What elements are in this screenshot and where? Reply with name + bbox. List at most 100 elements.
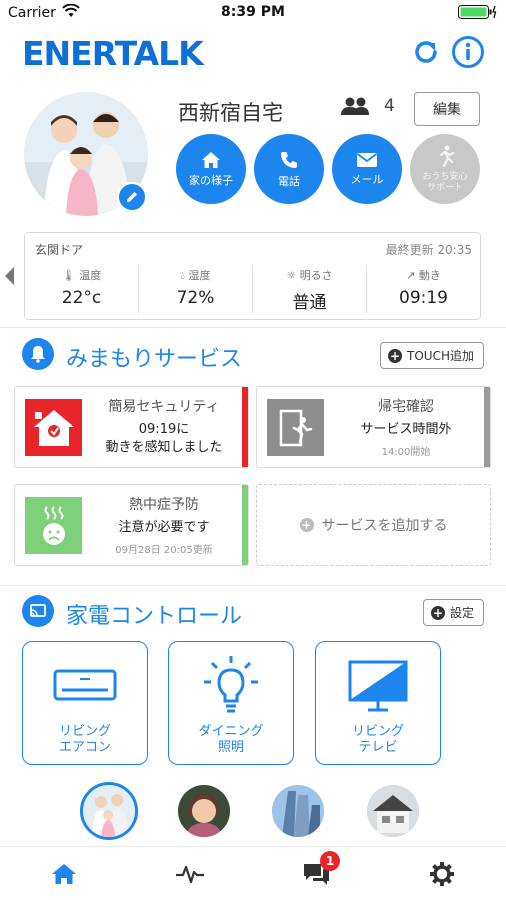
status-bar: Carrier 8:39 PM: [0, 0, 506, 26]
metric-value: 普通: [292, 293, 327, 313]
edit-button[interactable]: 編集: [414, 92, 480, 126]
edit-photo-button[interactable]: [117, 182, 147, 212]
metric-label: 温度: [79, 269, 102, 282]
appliance-living-tv[interactable]: リビング テレビ: [315, 641, 441, 765]
sensor-card[interactable]: 玄関ドア 最終更新 20:35 🌡︎ 温度 22°c 💧︎ 湿度 72% ☼ 明…: [24, 232, 481, 320]
member-count[interactable]: 4: [340, 96, 395, 116]
tab-home[interactable]: [44, 857, 84, 891]
tab-activity[interactable]: [170, 857, 210, 891]
cast-icon: [22, 595, 54, 627]
metric-motion: ↗ 動き 09:19: [366, 265, 480, 313]
app-header: ENERTALK: [0, 28, 506, 76]
appliance-control-header: 家電コントロール + 設定: [22, 594, 484, 630]
thermometer-icon: 🌡︎: [61, 269, 76, 282]
bell-icon: [22, 338, 54, 370]
refresh-button[interactable]: [408, 34, 444, 70]
mail-button[interactable]: メール: [332, 134, 402, 204]
clock: 8:39 PM: [221, 4, 285, 20]
battery-icon: [458, 5, 498, 23]
house-icon: [202, 151, 220, 168]
service-note: 14:00開始: [381, 446, 431, 458]
plus-icon: +: [299, 518, 314, 532]
sensor-last-updated: 最終更新 20:35: [385, 243, 472, 257]
info-button[interactable]: [450, 34, 486, 70]
add-service-button[interactable]: + サービスを追加する: [256, 484, 491, 566]
metric-temperature: 🌡︎ 温度 22°c: [25, 265, 138, 313]
service-card-heatstroke[interactable]: 熱中症予防 注意が必要です 09月28日 20:05更新: [14, 484, 249, 566]
metric-label: 湿度: [188, 269, 211, 282]
watch-service-header: みまもりサービス + TOUCH追加: [22, 337, 484, 373]
settings-label: 設定: [449, 606, 474, 620]
tab-messages[interactable]: 1: [296, 851, 340, 891]
metric-value: 72%: [176, 288, 215, 308]
settings-button[interactable]: + 設定: [422, 599, 484, 626]
unread-badge: 1: [320, 851, 340, 871]
pulse-icon: [176, 865, 204, 884]
people-icon: [341, 97, 369, 115]
tv-icon: [316, 652, 440, 720]
appliance-living-aircon[interactable]: リビング エアコン: [22, 641, 148, 765]
phone-label: 電話: [278, 174, 300, 188]
plus-icon: +: [388, 348, 403, 363]
service-note: 09月28日 20:05更新: [115, 544, 213, 556]
appliance-room: リビング: [58, 724, 111, 739]
plus-icon: +: [430, 605, 445, 620]
watch-service-title: みまもりサービス: [66, 347, 243, 372]
member-count-value: 4: [384, 96, 395, 116]
home-support-button[interactable]: おうち安心サポート: [410, 134, 480, 204]
tab-bar: 1: [0, 846, 506, 900]
add-service-label: サービスを追加する: [321, 518, 448, 534]
pencil-icon: [127, 192, 137, 202]
metric-value: 09:19: [399, 288, 448, 308]
sad-face-heat-icon: [25, 497, 82, 554]
house-icon: [52, 864, 76, 884]
app-logo: ENERTALK: [22, 34, 204, 73]
home-avatar-building[interactable]: [272, 785, 324, 837]
service-title: 熱中症予防: [129, 497, 199, 513]
service-status: サービス時間外: [360, 422, 452, 437]
home-avatar-family[interactable]: [80, 782, 138, 840]
status-indicator: [242, 485, 248, 565]
refresh-icon: [415, 41, 437, 63]
home-profile: 西新宿自宅 4 編集 家の様子 電話 メール おうち安心サポート: [0, 90, 506, 220]
metric-brightness: ☼ 明るさ 普通: [252, 265, 366, 313]
info-icon: [452, 36, 484, 68]
sensor-location: 玄関ドア: [35, 243, 84, 257]
appliance-type: テレビ: [358, 740, 398, 756]
metric-humidity: 💧︎ 湿度 72%: [138, 265, 252, 313]
mail-icon: [356, 152, 378, 167]
service-card-return-check[interactable]: 帰宅確認 サービス時間外 14:00開始: [256, 386, 491, 468]
touch-add-button[interactable]: + TOUCH追加: [380, 342, 484, 369]
phone-icon: [281, 151, 297, 168]
appliance-type: 照明: [217, 740, 244, 756]
home-support-label: おうち安心サポート: [422, 171, 468, 193]
status-indicator: [242, 387, 248, 467]
home-name: 西新宿自宅: [178, 101, 283, 125]
phone-button[interactable]: 電話: [254, 134, 324, 204]
sensor-metrics: 🌡︎ 温度 22°c 💧︎ 湿度 72% ☼ 明るさ 普通 ↗ 動き 09:19: [25, 265, 480, 313]
droplet-icon: 💧︎: [180, 269, 185, 282]
service-status-detail: 動きを感知しました: [105, 439, 223, 455]
divider: [0, 585, 506, 586]
security-house-icon: [25, 399, 82, 456]
service-status: 注意が必要です: [118, 520, 210, 535]
service-card-security[interactable]: 簡易セキュリティ 09:19に 動きを感知しました: [14, 386, 249, 468]
home-avatar-grandmother[interactable]: [178, 785, 230, 837]
metric-label: 明るさ: [299, 269, 333, 282]
home-avatar-house[interactable]: [367, 785, 419, 837]
gear-icon: [430, 862, 454, 886]
appliance-dining-light[interactable]: ダイニング 照明: [168, 641, 294, 765]
metric-label: 動き: [418, 269, 441, 282]
sun-icon: ☼: [286, 269, 297, 282]
previous-sensor-arrow[interactable]: [5, 267, 14, 285]
home-view-button[interactable]: 家の様子: [176, 134, 246, 204]
tab-settings[interactable]: [422, 857, 462, 891]
status-indicator: [484, 387, 490, 467]
home-view-label: 家の様子: [189, 173, 233, 187]
metric-value: 22°c: [61, 288, 102, 308]
divider: [0, 327, 506, 328]
appliance-room: ダイニング: [198, 724, 264, 739]
mail-label: メール: [350, 172, 384, 186]
quick-actions: 家の様子 電話 メール おうち安心サポート: [176, 134, 480, 204]
door-person-icon: [267, 399, 324, 456]
